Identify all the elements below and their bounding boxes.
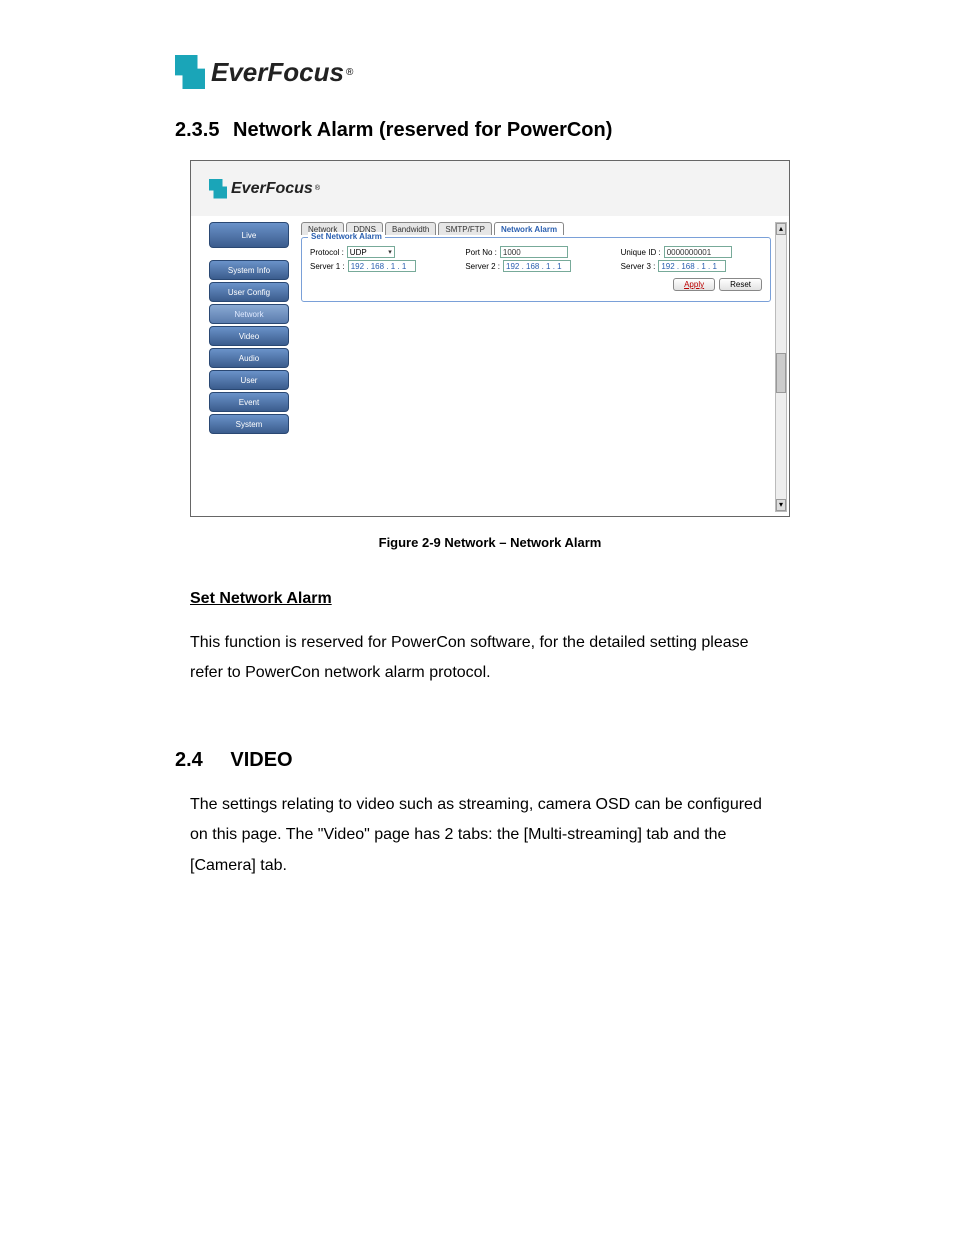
paragraph-235: This function is reserved for PowerCon s… <box>190 628 784 689</box>
server2-label: Server 2 : <box>465 262 500 271</box>
port-no-label: Port No : <box>465 248 497 257</box>
sidebar-item-audio[interactable]: Audio <box>209 348 289 368</box>
brand-name: EverFocus <box>211 57 344 88</box>
figure-caption: Figure 2-9 Network – Network Alarm <box>190 535 790 550</box>
section-heading-24: 2.4 VIDEO <box>175 749 874 772</box>
reset-button[interactable]: Reset <box>719 278 762 291</box>
panel-header: EverFocus ® <box>191 161 789 216</box>
sidebar-item-network[interactable]: Network <box>209 304 289 324</box>
protocol-label: Protocol : <box>310 248 344 257</box>
screenshot-panel: EverFocus ® Live System Info User Config… <box>190 160 790 517</box>
port-no-input[interactable]: 1000 <box>500 246 568 258</box>
unique-id-input[interactable]: 0000000001 <box>664 246 732 258</box>
content-area: Network DDNS Bandwidth SMTP/FTP Network … <box>301 222 771 512</box>
sidebar-item-event[interactable]: Event <box>209 392 289 412</box>
server3-label: Server 3 : <box>621 262 656 271</box>
panel-logo-icon <box>209 179 227 199</box>
sidebar-item-live[interactable]: Live <box>209 222 289 248</box>
tab-smtp-ftp[interactable]: SMTP/FTP <box>438 222 492 235</box>
scroll-thumb[interactable] <box>776 353 786 393</box>
protocol-select[interactable]: UDP ▾ <box>347 246 395 258</box>
paragraph-24: The settings relating to video such as s… <box>190 790 784 881</box>
scroll-down-icon[interactable]: ▾ <box>776 499 786 511</box>
brand-registered: ® <box>346 67 353 78</box>
vertical-scrollbar[interactable]: ▴ ▾ <box>775 222 787 512</box>
sidebar-item-system-info[interactable]: System Info <box>209 260 289 280</box>
unique-id-label: Unique ID : <box>621 248 661 257</box>
page-header-brand: EverFocus ® <box>175 55 874 89</box>
server2-input[interactable]: 192 . 168 . 1 . 1 <box>503 260 571 272</box>
brand-logo-icon <box>175 55 205 89</box>
section-number-24: 2.4 <box>175 749 203 771</box>
apply-button[interactable]: Apply <box>673 278 715 291</box>
section-title: Network Alarm (reserved for PowerCon) <box>233 119 612 141</box>
chevron-down-icon: ▾ <box>388 248 392 256</box>
set-network-alarm-fieldset: Set Network Alarm Protocol : UDP ▾ Port <box>301 237 771 302</box>
panel-brand-registered: ® <box>315 185 320 192</box>
sidebar-item-system[interactable]: System <box>209 414 289 434</box>
fieldset-legend: Set Network Alarm <box>308 232 385 241</box>
sidebar-item-user-config[interactable]: User Config <box>209 282 289 302</box>
section-number: 2.3.5 <box>175 119 219 141</box>
server1-label: Server 1 : <box>310 262 345 271</box>
panel-brand-name: EverFocus <box>231 180 313 198</box>
sidebar-item-video[interactable]: Video <box>209 326 289 346</box>
protocol-value: UDP <box>350 248 367 257</box>
scroll-up-icon[interactable]: ▴ <box>776 223 786 235</box>
section-heading-235: 2.3.5 Network Alarm (reserved for PowerC… <box>175 119 874 142</box>
server3-input[interactable]: 192 . 168 . 1 . 1 <box>658 260 726 272</box>
subsection-heading: Set Network Alarm <box>190 590 874 608</box>
tab-network-alarm[interactable]: Network Alarm <box>494 222 564 235</box>
server1-input[interactable]: 192 . 168 . 1 . 1 <box>348 260 416 272</box>
section-title-24: VIDEO <box>230 749 292 771</box>
tab-bandwidth[interactable]: Bandwidth <box>385 222 436 235</box>
sidebar: Live System Info User Config Network Vid… <box>209 222 289 434</box>
sidebar-item-user[interactable]: User <box>209 370 289 390</box>
